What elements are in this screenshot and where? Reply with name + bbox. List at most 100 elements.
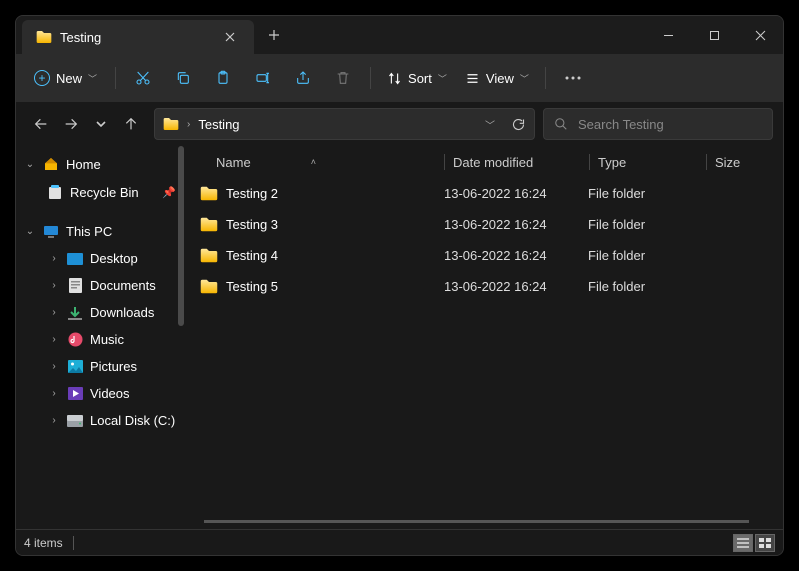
- file-name: Testing 5: [226, 279, 278, 294]
- chevron-down-icon[interactable]: ⌄: [24, 226, 36, 237]
- column-header-date[interactable]: Date modified: [445, 155, 589, 170]
- file-list-pane: Name ˄ Date modified Type Size Testing 2…: [184, 146, 783, 529]
- row-name-cell: Testing 5: [196, 279, 444, 294]
- file-date: 13-06-2022 16:24: [444, 279, 588, 294]
- tab-close-button[interactable]: [216, 23, 244, 51]
- titlebar: Testing: [16, 16, 783, 54]
- sidebar-item-pictures[interactable]: › Pictures: [18, 353, 182, 380]
- search-icon: [554, 117, 568, 131]
- file-row[interactable]: Testing 213-06-2022 16:24File folder: [196, 178, 783, 209]
- details-view-toggle[interactable]: [733, 534, 753, 552]
- close-icon: [755, 30, 766, 41]
- view-list-icon: [465, 71, 480, 86]
- close-window-button[interactable]: [737, 16, 783, 54]
- close-icon: [225, 32, 235, 42]
- cut-button[interactable]: [124, 62, 162, 94]
- sidebar-item-downloads[interactable]: › Downloads: [18, 299, 182, 326]
- sort-button[interactable]: Sort ﹀: [379, 65, 455, 92]
- maximize-button[interactable]: [691, 16, 737, 54]
- file-type: File folder: [588, 279, 704, 294]
- toolbar: + New ﹀ Sort ﹀ View ﹀: [16, 54, 783, 102]
- details-icon: [737, 538, 749, 548]
- status-separator: [73, 536, 74, 550]
- sidebar-item-music[interactable]: › Music: [18, 326, 182, 353]
- sidebar-item-label: Pictures: [90, 359, 137, 374]
- sidebar-item-this-pc[interactable]: ⌄ This PC: [18, 218, 182, 245]
- column-header-type[interactable]: Type: [590, 155, 706, 170]
- chevron-down-icon[interactable]: ﹀: [485, 117, 495, 132]
- more-options-button[interactable]: [554, 62, 592, 94]
- ellipsis-icon: [565, 76, 581, 80]
- chevron-down-icon[interactable]: ⌄: [24, 159, 36, 170]
- column-header-name[interactable]: Name ˄: [196, 155, 444, 170]
- recent-locations-button[interactable]: [92, 118, 110, 130]
- breadcrumb-segment[interactable]: Testing: [198, 117, 477, 132]
- view-button[interactable]: View ﹀: [457, 65, 537, 92]
- sidebar-item-recycle-bin[interactable]: Recycle Bin 📌: [18, 178, 182, 206]
- file-name: Testing 3: [226, 217, 278, 232]
- toolbar-separator: [370, 67, 371, 89]
- file-date: 13-06-2022 16:24: [444, 248, 588, 263]
- chevron-right-icon[interactable]: ›: [48, 253, 60, 264]
- search-input[interactable]: [578, 117, 762, 132]
- chevron-right-icon[interactable]: ›: [48, 388, 60, 399]
- tab-active[interactable]: Testing: [22, 20, 254, 54]
- rename-button[interactable]: [244, 62, 282, 94]
- recycle-bin-icon: [46, 184, 64, 200]
- column-header-size[interactable]: Size: [707, 155, 783, 170]
- sidebar-item-documents[interactable]: › Documents: [18, 272, 182, 299]
- window-controls: [645, 16, 783, 54]
- share-button[interactable]: [284, 62, 322, 94]
- file-row[interactable]: Testing 313-06-2022 16:24File folder: [196, 209, 783, 240]
- folder-icon: [200, 248, 218, 263]
- downloads-icon: [66, 306, 84, 320]
- file-name: Testing 2: [226, 186, 278, 201]
- sidebar-item-label: Downloads: [90, 305, 154, 320]
- row-name-cell: Testing 2: [196, 186, 444, 201]
- tab-title: Testing: [60, 30, 208, 45]
- up-button[interactable]: [122, 116, 140, 132]
- chevron-right-icon[interactable]: ›: [48, 280, 60, 291]
- view-mode-toggles: [733, 534, 775, 552]
- file-name: Testing 4: [226, 248, 278, 263]
- file-row[interactable]: Testing 413-06-2022 16:24File folder: [196, 240, 783, 271]
- search-box[interactable]: [543, 108, 773, 140]
- file-date: 13-06-2022 16:24: [444, 217, 588, 232]
- sidebar-item-videos[interactable]: › Videos: [18, 380, 182, 407]
- minimize-icon: [663, 30, 674, 41]
- chevron-right-icon[interactable]: ›: [48, 334, 60, 345]
- copy-button[interactable]: [164, 62, 202, 94]
- address-bar-row: › Testing ﹀: [16, 102, 783, 146]
- chevron-right-icon[interactable]: ›: [48, 361, 60, 372]
- videos-icon: [66, 387, 84, 400]
- chevron-right-icon[interactable]: ›: [48, 307, 60, 318]
- view-label: View: [486, 71, 514, 86]
- address-bar[interactable]: › Testing ﹀: [154, 108, 535, 140]
- refresh-button[interactable]: [511, 117, 526, 132]
- forward-button[interactable]: [62, 116, 80, 132]
- thumbnails-view-toggle[interactable]: [755, 534, 775, 552]
- new-tab-button[interactable]: [254, 16, 294, 54]
- sidebar-item-label: Music: [90, 332, 124, 347]
- new-plus-icon: +: [34, 70, 50, 86]
- sidebar-item-label: Videos: [90, 386, 130, 401]
- paste-button[interactable]: [204, 62, 242, 94]
- new-button[interactable]: + New ﹀: [24, 64, 107, 92]
- sidebar-item-local-disk-c[interactable]: › Local Disk (C:): [18, 407, 182, 434]
- back-button[interactable]: [32, 116, 50, 132]
- content-area: ⌄ Home Recycle Bin 📌 ⌄ This PC › Desktop: [16, 146, 783, 529]
- music-icon: [66, 332, 84, 347]
- rename-icon: [255, 70, 271, 86]
- horizontal-scrollbar[interactable]: [204, 520, 749, 523]
- chevron-right-icon[interactable]: ›: [48, 415, 60, 426]
- delete-button[interactable]: [324, 62, 362, 94]
- explorer-window: Testing + New ﹀ Sort ﹀: [15, 15, 784, 556]
- sidebar-item-desktop[interactable]: › Desktop: [18, 245, 182, 272]
- monitor-icon: [42, 225, 60, 239]
- sidebar-item-home[interactable]: ⌄ Home: [18, 150, 182, 178]
- maximize-icon: [709, 30, 720, 41]
- row-name-cell: Testing 4: [196, 248, 444, 263]
- clipboard-icon: [215, 70, 231, 86]
- file-row[interactable]: Testing 5 13-06-2022 16:24File folder: [196, 271, 783, 302]
- minimize-button[interactable]: [645, 16, 691, 54]
